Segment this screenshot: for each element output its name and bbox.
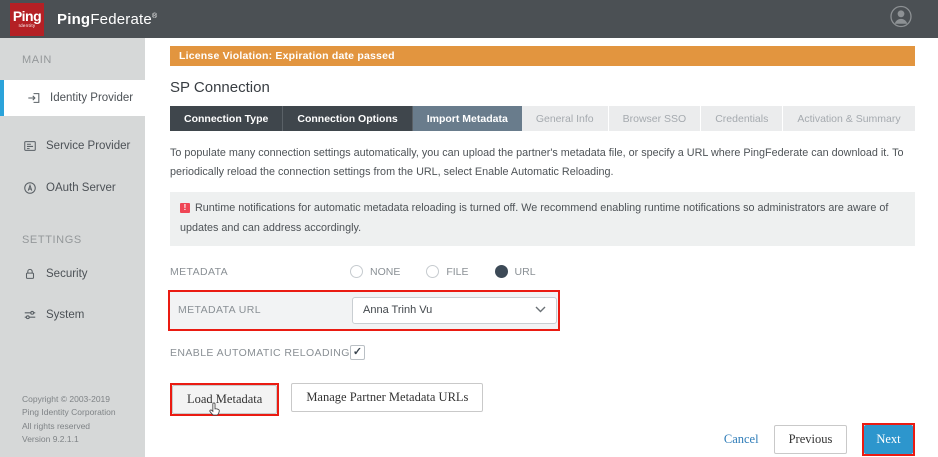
sidebar-item-security[interactable]: Security [0,260,145,288]
active-accent-bar [0,80,4,116]
tab-general-info: General Info [522,106,609,131]
radio-url-label: URL [515,266,536,278]
cancel-link[interactable]: Cancel [724,432,759,447]
auto-reload-label: ENABLE AUTOMATIC RELOADING [170,347,350,359]
sidebar-item-identity-provider[interactable]: Identity Provider [0,80,163,116]
auto-reload-checkbox-checked[interactable]: ✓ [350,345,365,360]
top-bar: Ping Identity PingFederate® [0,0,938,38]
tab-import-metadata[interactable]: Import Metadata [413,106,522,131]
sidebar-item-system[interactable]: System [0,301,145,329]
sidebar-item-label: Identity Provider [50,92,133,104]
radio-option-file[interactable]: FILE [426,265,468,278]
radio-none-icon[interactable] [350,265,363,278]
metadata-source-row: METADATA NONE FILE URL [170,261,915,283]
wizard-actions: Cancel Previous Next [724,423,915,456]
license-violation-banner: License Violation: Expiration date passe… [170,46,915,66]
wizard-tabs: Connection Type Connection Options Impor… [170,106,915,131]
sidebar-item-oauth-server[interactable]: OAuth Server [0,174,145,202]
alert-icon: ! [180,203,190,213]
tab-credentials: Credentials [701,106,783,131]
load-metadata-button[interactable]: Load Metadata [172,385,277,414]
sidebar-section-settings: SETTINGS [0,202,145,246]
sign-in-icon [26,91,41,105]
sidebar-item-label: System [46,309,84,321]
oauth-circle-icon [22,181,37,195]
chevron-down-icon [535,304,546,316]
metadata-url-select[interactable]: Anna Trinh Vu [352,297,557,324]
radio-file-icon[interactable] [426,265,439,278]
sidebar-item-service-provider[interactable]: Service Provider [0,132,145,160]
product-title: PingFederate® [57,11,157,28]
logo-subtext: Identity [19,24,36,29]
card-list-icon [22,139,37,153]
radio-none-label: NONE [370,266,400,278]
tab-connection-options[interactable]: Connection Options [283,106,412,131]
page-title: SP Connection [170,79,915,96]
tab-browser-sso: Browser SSO [609,106,702,131]
sidebar: MAIN Identity Provider Service Provider [0,38,145,457]
company-line: Ping Identity Corporation [22,406,116,419]
notice-text: Runtime notifications for automatic meta… [180,202,888,233]
auto-reload-row: ENABLE AUTOMATIC RELOADING ✓ [170,342,915,364]
radio-file-label: FILE [446,266,468,278]
user-avatar-icon[interactable] [889,5,913,34]
metadata-radio-group: NONE FILE URL [350,265,536,278]
version-line: Version 9.2.1.1 [22,433,116,446]
metadata-label: METADATA [170,266,350,278]
check-icon: ✓ [353,347,362,358]
logo-text: Ping [13,9,41,23]
tab-activation-summary: Activation & Summary [783,106,914,131]
sliders-icon [22,308,37,322]
sidebar-item-label: Security [46,268,88,280]
ping-identity-logo: Ping Identity [10,3,44,36]
lock-icon [22,267,37,281]
selected-url-value: Anna Trinh Vu [363,304,432,316]
previous-button[interactable]: Previous [774,425,848,454]
metadata-buttons-row: Load Metadata Manage Partner Metadata UR… [170,383,915,416]
mouse-cursor-icon [208,402,223,423]
radio-option-none[interactable]: NONE [350,265,400,278]
annotation-box-load-metadata: Load Metadata [170,383,279,416]
sidebar-item-label: Service Provider [46,140,130,152]
manage-partner-urls-button[interactable]: Manage Partner Metadata URLs [291,383,483,412]
annotation-box-next: Next [862,423,914,456]
metadata-url-row: METADATA URL Anna Trinh Vu [170,292,558,329]
sidebar-section-main: MAIN [0,38,145,66]
rights-line: All rights reserved [22,420,116,433]
sidebar-footer: Copyright © 2003-2019 Ping Identity Corp… [22,393,116,446]
runtime-notice: !Runtime notifications for automatic met… [170,192,915,245]
annotation-box-metadata-url: METADATA URL Anna Trinh Vu [168,290,560,331]
radio-url-icon-selected[interactable] [495,265,508,278]
sidebar-item-label: OAuth Server [46,182,116,194]
metadata-url-label: METADATA URL [178,304,352,316]
next-button[interactable]: Next [864,425,912,454]
radio-option-url[interactable]: URL [495,265,536,278]
main-content: License Violation: Expiration date passe… [145,38,938,457]
copyright-line: Copyright © 2003-2019 [22,393,116,406]
intro-text: To populate many connection settings aut… [170,144,915,182]
tab-connection-type[interactable]: Connection Type [170,106,283,131]
